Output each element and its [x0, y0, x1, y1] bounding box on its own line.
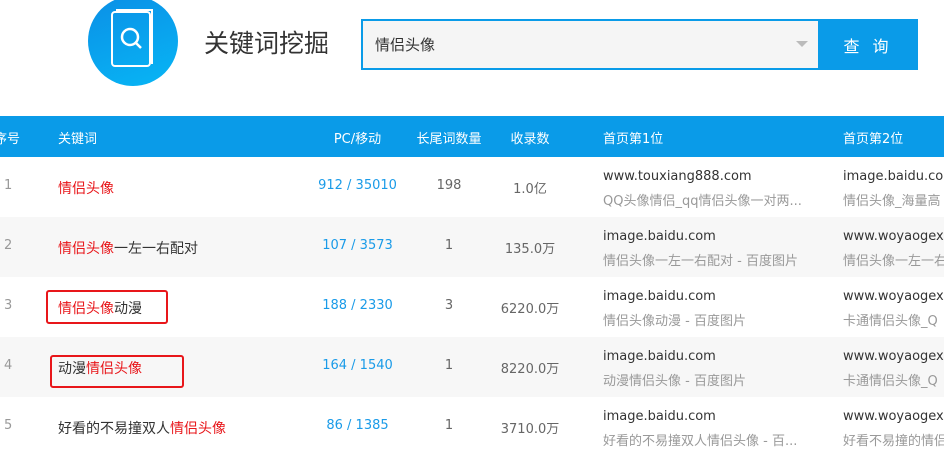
row-index: 4 [4, 358, 13, 373]
col-indexed: 收录数 [510, 132, 550, 147]
indexed-count: 6220.0万 [500, 302, 560, 317]
longtail-count: 1 [444, 418, 454, 433]
pc-mobile-link[interactable]: 164 / 1540 [300, 358, 415, 373]
rank1-title: QQ头像情侣_qq情侣头像一对两... [603, 194, 802, 209]
rank2-title: 情侣头像_海量高 [843, 194, 941, 209]
keyword-link[interactable]: 好看的不易撞双人情侣头像 [58, 418, 226, 438]
keyword-search-icon [111, 9, 153, 67]
keyword-link[interactable]: 情侣头像 [58, 178, 114, 198]
col-rank2: 首页第2位 [843, 132, 904, 147]
rank2-domain[interactable]: www.woyaogexi [843, 289, 944, 304]
highlight-box [50, 355, 184, 388]
search-box[interactable] [361, 19, 820, 70]
keyword-highlight: 情侣头像 [58, 181, 114, 197]
pc-mobile-link[interactable]: 188 / 2330 [300, 298, 415, 313]
rank2-title: 情侣头像一左一右 [843, 254, 944, 269]
col-longtail: 长尾词数量 [416, 132, 482, 147]
search-button[interactable]: 查 询 [818, 19, 918, 70]
longtail-count: 1 [444, 238, 454, 253]
search-input[interactable] [363, 21, 795, 68]
table-header: 序号 关键词 PC/移动 长尾词数量 收录数 首页第1位 首页第2位 [0, 116, 944, 157]
col-pc-mobile: PC/移动 [333, 132, 382, 147]
pc-mobile-link[interactable]: 86 / 1385 [300, 418, 415, 433]
row-index: 5 [4, 418, 13, 433]
logo [88, 0, 178, 86]
rank1-title: 情侣头像动漫 - 百度图片 [603, 314, 746, 329]
longtail-count: 3 [444, 298, 454, 313]
row-index: 1 [4, 178, 13, 193]
rank2-domain[interactable]: www.woyaogexi [843, 409, 944, 424]
rank2-domain[interactable]: www.woyaogexi [843, 349, 944, 364]
longtail-count: 198 [436, 178, 462, 193]
highlight-box [46, 290, 168, 324]
indexed-count: 3710.0万 [500, 422, 560, 437]
col-rank1: 首页第1位 [603, 132, 664, 147]
table-row: 5 好看的不易撞双人情侣头像 86 / 1385 1 3710.0万 image… [0, 397, 944, 457]
indexed-count: 8220.0万 [500, 362, 560, 377]
col-index: 序号 [0, 132, 21, 147]
rank1-domain[interactable]: image.baidu.com [603, 409, 716, 424]
rank1-domain[interactable]: www.touxiang888.com [603, 169, 752, 184]
rank1-domain[interactable]: image.baidu.com [603, 289, 716, 304]
col-keyword: 关键词 [58, 132, 98, 147]
longtail-count: 1 [444, 358, 454, 373]
indexed-count: 1.0亿 [513, 182, 547, 197]
chevron-down-icon[interactable] [796, 41, 808, 47]
rank2-title: 卡通情侣头像_Q [843, 314, 938, 329]
rank2-domain[interactable]: www.woyaogexi [843, 229, 944, 244]
rank1-domain[interactable]: image.baidu.com [603, 229, 716, 244]
pc-mobile-link[interactable]: 107 / 3573 [300, 238, 415, 253]
row-index: 3 [4, 298, 13, 313]
keyword-highlight: 情侣头像 [58, 241, 114, 257]
table-row: 1 情侣头像 912 / 35010 198 1.0亿 www.touxiang… [0, 157, 944, 217]
indexed-count: 135.0万 [504, 242, 556, 257]
keyword-link[interactable]: 情侣头像一左一右配对 [58, 238, 198, 258]
rank1-title: 动漫情侣头像 - 百度图片 [603, 374, 746, 389]
page-title: 关键词挖掘 [204, 29, 330, 58]
rank2-title: 卡通情侣头像_Q [843, 374, 938, 389]
keyword-suffix: 一左一右配对 [114, 241, 198, 257]
rank1-title: 情侣头像一左一右配对 - 百度图片 [603, 254, 798, 269]
table-row: 2 情侣头像一左一右配对 107 / 3573 1 135.0万 image.b… [0, 217, 944, 277]
rank2-domain[interactable]: image.baidu.com [843, 169, 944, 184]
keyword-highlight: 情侣头像 [170, 421, 226, 437]
pc-mobile-link[interactable]: 912 / 35010 [300, 178, 415, 193]
keyword-prefix: 好看的不易撞双人 [58, 421, 170, 437]
rank1-domain[interactable]: image.baidu.com [603, 349, 716, 364]
rank2-title: 好看不易撞的情侣 [843, 434, 944, 449]
row-index: 2 [4, 238, 13, 253]
rank1-title: 好看的不易撞双人情侣头像 - 百... [603, 434, 798, 449]
